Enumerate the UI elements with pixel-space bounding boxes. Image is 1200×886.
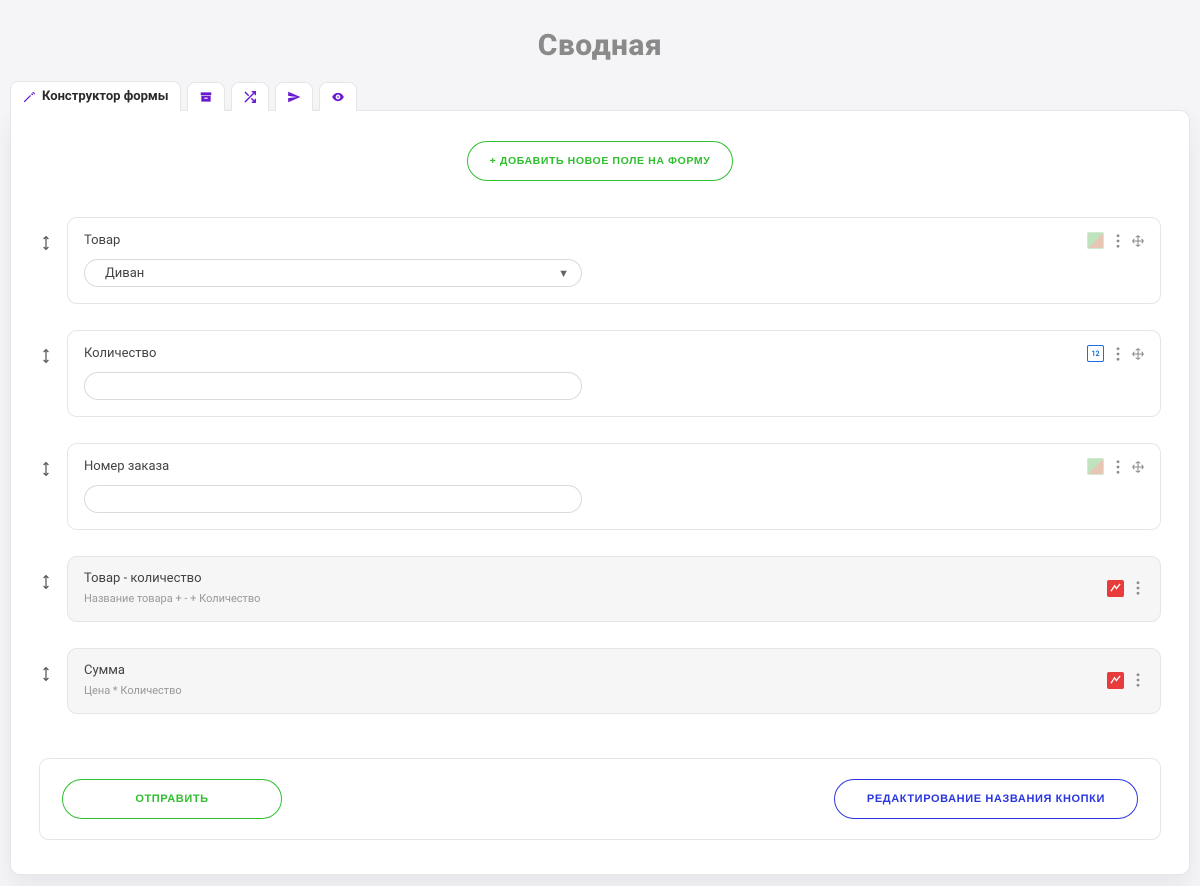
- tab-constructor[interactable]: Конструктор формы: [10, 81, 181, 111]
- field-row-order-number: Номер заказа: [39, 443, 1161, 530]
- tab-archive[interactable]: [187, 82, 225, 111]
- field-card-product: Товар Диван ▼: [67, 217, 1161, 304]
- wrench-icon: [22, 90, 36, 104]
- field-label: Количество: [84, 346, 156, 361]
- kebab-icon[interactable]: [1132, 673, 1144, 687]
- kebab-icon[interactable]: [1112, 347, 1124, 361]
- formula-type-icon: [1107, 580, 1124, 597]
- tab-shuffle[interactable]: [231, 82, 269, 111]
- integer-type-icon: 12: [1087, 345, 1104, 362]
- edit-button-name-button[interactable]: РЕДАКТИРОВАНИЕ НАЗВАНИЯ КНОПКИ: [834, 779, 1138, 819]
- move-icon[interactable]: [1132, 234, 1144, 248]
- catalog-type-icon: [1087, 232, 1104, 249]
- formula-type-icon: [1107, 672, 1124, 689]
- field-row-product: Товар Диван ▼: [39, 217, 1161, 304]
- field-formula: Цена * Количество: [84, 684, 182, 697]
- drag-handle-icon[interactable]: [39, 217, 53, 304]
- field-label: Товар - количество: [84, 571, 260, 586]
- footer-actions: ОТПРАВИТЬ РЕДАКТИРОВАНИЕ НАЗВАНИЯ КНОПКИ: [39, 758, 1161, 840]
- kebab-icon[interactable]: [1132, 581, 1144, 595]
- kebab-icon[interactable]: [1112, 460, 1124, 474]
- drag-handle-icon[interactable]: [39, 556, 53, 622]
- move-icon[interactable]: [1132, 347, 1144, 361]
- drag-handle-icon[interactable]: [39, 443, 53, 530]
- quantity-input[interactable]: [84, 372, 582, 400]
- field-card-order-number: Номер заказа: [67, 443, 1161, 530]
- product-select-value: Диван: [105, 266, 144, 281]
- tab-send[interactable]: [275, 82, 313, 111]
- shuffle-icon: [243, 90, 257, 104]
- field-label: Сумма: [84, 663, 182, 678]
- field-card-sum: Сумма Цена * Количество: [67, 648, 1161, 714]
- kebab-icon[interactable]: [1112, 234, 1124, 248]
- chevron-down-icon: ▼: [558, 267, 569, 280]
- add-field-button[interactable]: + ДОБАВИТЬ НОВОЕ ПОЛЕ НА ФОРМУ: [467, 141, 734, 181]
- drag-handle-icon[interactable]: [39, 648, 53, 714]
- catalog-type-icon: [1087, 458, 1104, 475]
- field-card-quantity: Количество 12: [67, 330, 1161, 417]
- drag-handle-icon[interactable]: [39, 330, 53, 417]
- submit-button[interactable]: ОТПРАВИТЬ: [62, 779, 282, 819]
- archive-icon: [199, 90, 213, 104]
- field-card-product-quantity: Товар - количество Название товара + - +…: [67, 556, 1161, 622]
- order-number-input[interactable]: [84, 485, 582, 513]
- page-title: Сводная: [0, 0, 1200, 81]
- constructor-panel: + ДОБАВИТЬ НОВОЕ ПОЛЕ НА ФОРМУ Товар: [10, 110, 1190, 875]
- field-row-product-quantity: Товар - количество Название товара + - +…: [39, 556, 1161, 622]
- tab-preview[interactable]: [319, 82, 357, 111]
- move-icon[interactable]: [1132, 460, 1144, 474]
- send-icon: [287, 90, 301, 104]
- field-row-quantity: Количество 12: [39, 330, 1161, 417]
- product-select[interactable]: Диван ▼: [84, 259, 582, 287]
- tabs-row: Конструктор формы: [0, 81, 1200, 111]
- field-label: Номер заказа: [84, 459, 169, 474]
- field-formula: Название товара + - + Количество: [84, 592, 260, 605]
- eye-icon: [331, 90, 345, 104]
- tab-constructor-label: Конструктор формы: [42, 89, 169, 104]
- field-label: Товар: [84, 233, 120, 248]
- field-row-sum: Сумма Цена * Количество: [39, 648, 1161, 714]
